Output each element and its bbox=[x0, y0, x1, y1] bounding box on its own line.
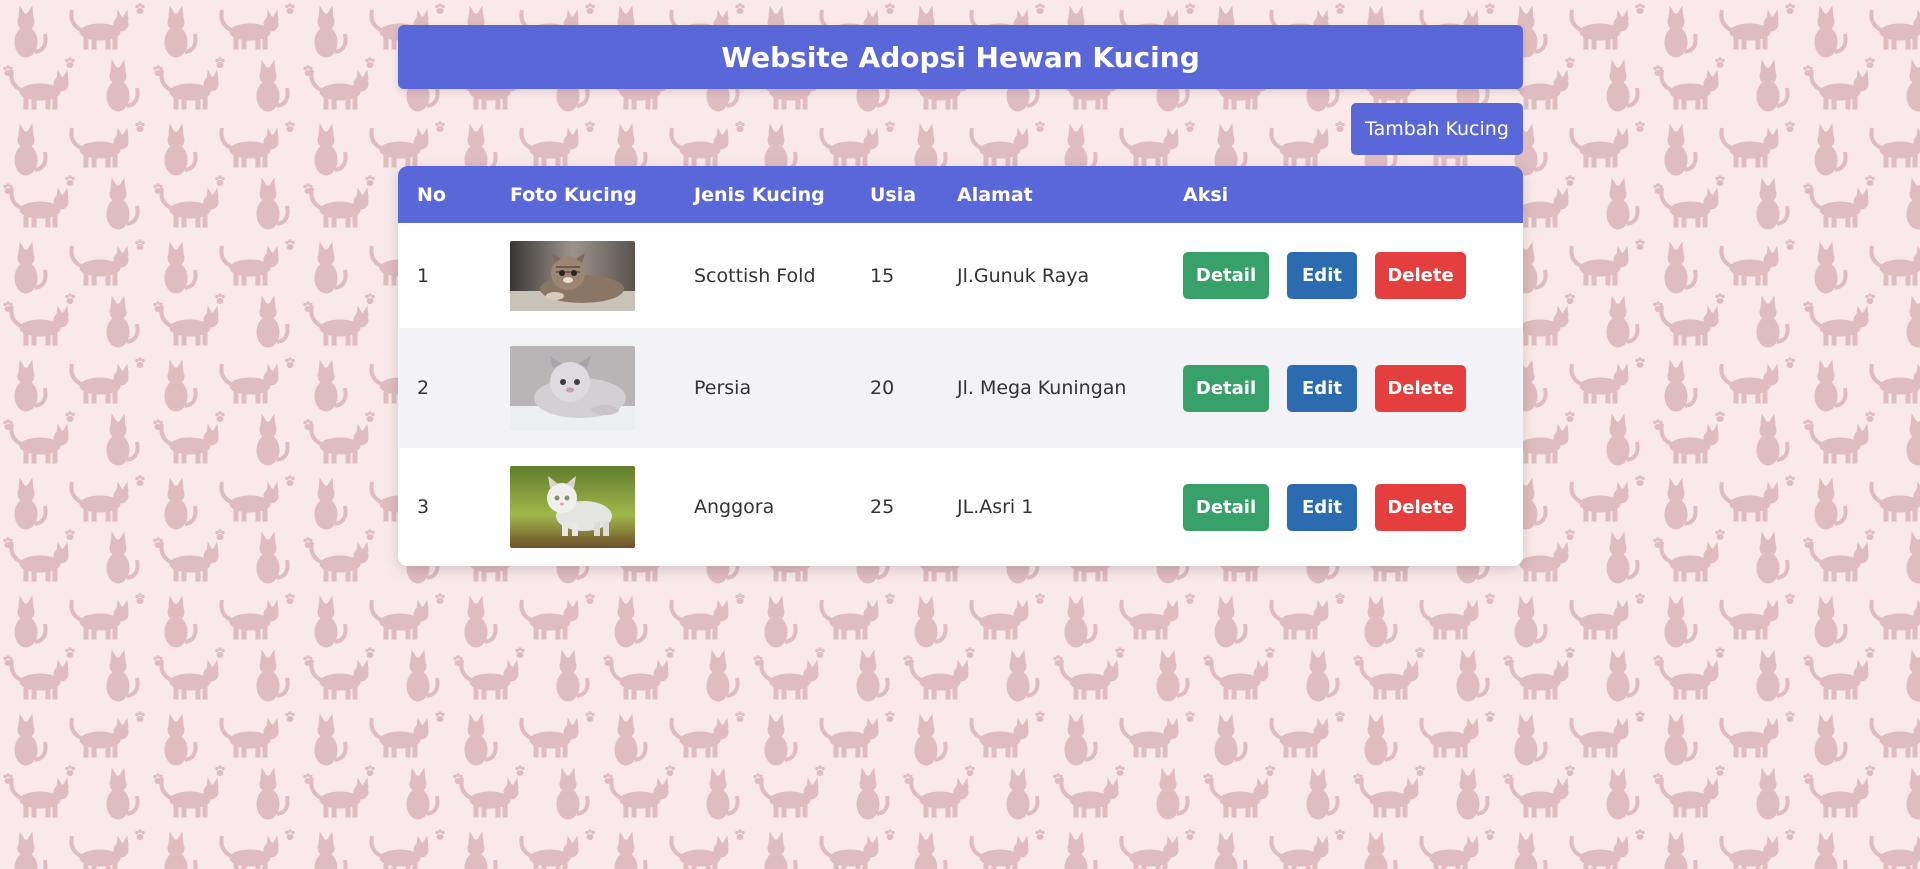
edit-button[interactable]: Edit bbox=[1287, 252, 1357, 299]
toolbar: Tambah Kucing bbox=[398, 89, 1523, 166]
detail-button[interactable]: Detail bbox=[1183, 364, 1269, 412]
row-no: 3 bbox=[417, 496, 430, 518]
header-usia: Usia bbox=[870, 183, 917, 206]
page-header: Website Adopsi Hewan Kucing bbox=[398, 25, 1523, 89]
add-cat-button[interactable]: Tambah Kucing bbox=[1351, 102, 1523, 155]
detail-button[interactable]: Detail bbox=[1183, 483, 1269, 531]
main-container: Website Adopsi Hewan Kucing Tambah Kucin… bbox=[398, 25, 1523, 566]
header-aksi: Aksi bbox=[1183, 183, 1229, 206]
detail-button[interactable]: Detail bbox=[1183, 252, 1269, 299]
white-cat-on-grass-photo bbox=[510, 466, 635, 548]
row-no: 1 bbox=[417, 264, 430, 287]
header-alamat: Alamat bbox=[957, 183, 1033, 206]
header-foto: Foto Kucing bbox=[510, 183, 637, 206]
edit-button[interactable]: Edit bbox=[1287, 364, 1357, 412]
table-row: 1 Scottish Fold 15 Jl.Gunuk Raya Detail … bbox=[398, 223, 1523, 328]
row-alamat: JL.Asri 1 bbox=[957, 496, 1034, 518]
row-alamat: Jl. Mega Kuningan bbox=[957, 377, 1127, 399]
delete-button[interactable]: Delete bbox=[1375, 364, 1466, 412]
cat-table: No Foto Kucing Jenis Kucing Usia Alamat … bbox=[398, 166, 1523, 566]
row-usia: 25 bbox=[870, 496, 895, 518]
row-no: 2 bbox=[417, 377, 430, 399]
page-title: Website Adopsi Hewan Kucing bbox=[721, 40, 1200, 74]
row-actions: Detail Edit Delete bbox=[1164, 252, 1523, 299]
delete-button[interactable]: Delete bbox=[1375, 483, 1466, 531]
delete-button[interactable]: Delete bbox=[1375, 252, 1466, 299]
row-actions: Detail Edit Delete bbox=[1164, 483, 1523, 531]
header-jenis: Jenis Kucing bbox=[694, 183, 825, 206]
edit-button[interactable]: Edit bbox=[1287, 483, 1357, 531]
grey-persian-cat-photo bbox=[510, 346, 635, 430]
row-jenis: Anggora bbox=[694, 496, 775, 518]
header-no: No bbox=[417, 183, 446, 206]
row-usia: 15 bbox=[870, 264, 895, 287]
row-jenis: Persia bbox=[694, 377, 752, 399]
table-row: 3 Anggora 25 JL.Asri 1 Detail Edit Delet… bbox=[398, 448, 1523, 566]
row-actions: Detail Edit Delete bbox=[1164, 364, 1523, 412]
table-body: 1 Scottish Fold 15 Jl.Gunuk Raya Detail … bbox=[398, 223, 1523, 566]
tabby-cat-photo bbox=[510, 240, 635, 311]
table-header-row: No Foto Kucing Jenis Kucing Usia Alamat … bbox=[398, 166, 1523, 223]
row-usia: 20 bbox=[870, 377, 895, 399]
row-alamat: Jl.Gunuk Raya bbox=[957, 264, 1090, 287]
row-jenis: Scottish Fold bbox=[694, 264, 816, 287]
table-row: 2 Persia 20 Jl. Mega Kuningan Detail Edi… bbox=[398, 328, 1523, 448]
